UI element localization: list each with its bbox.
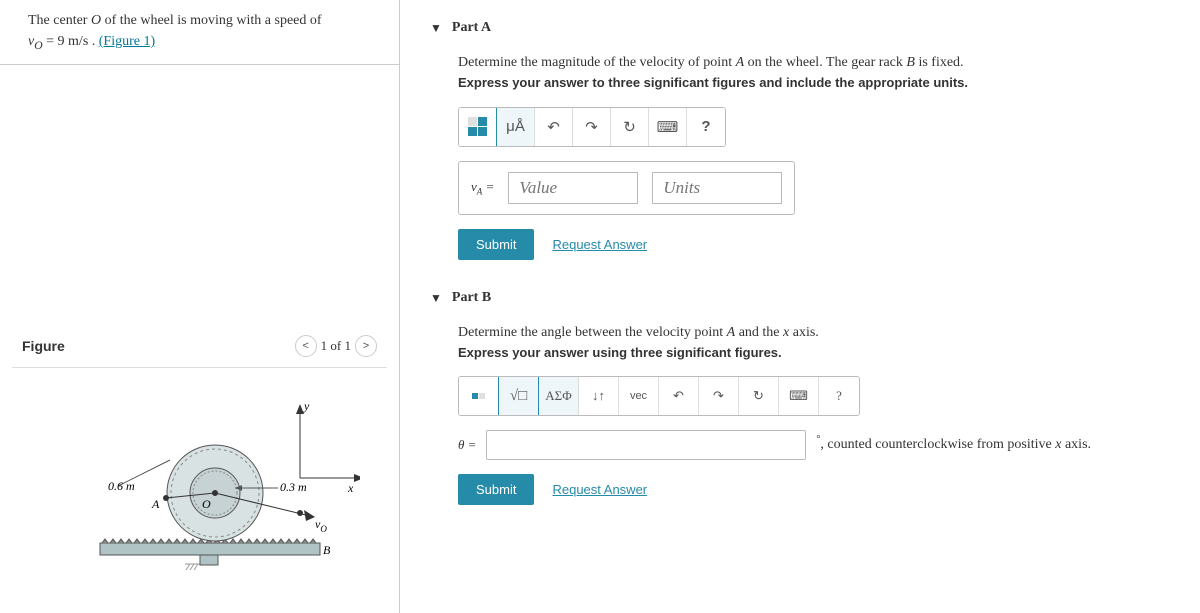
part-a-instruction2: Express your answer to three significant… bbox=[458, 73, 1152, 93]
toolbar-b: √□ ΑΣΦ ↓↑ vec ↶ ↷ ↻ ⌨ ? bbox=[458, 376, 860, 416]
figure-next-button[interactable]: > bbox=[355, 335, 377, 357]
request-answer-b[interactable]: Request Answer bbox=[552, 482, 647, 497]
undo-button[interactable]: ↶ bbox=[535, 108, 573, 146]
help-button-b[interactable]: ? bbox=[819, 377, 859, 415]
theta-units-label: °, counted counterclockwise from positiv… bbox=[816, 437, 1091, 453]
reset-button-b[interactable]: ↻ bbox=[739, 377, 779, 415]
submit-button-a[interactable]: Submit bbox=[458, 229, 534, 260]
part-b-title: Part B bbox=[452, 290, 491, 306]
templates-button-b[interactable] bbox=[459, 377, 499, 415]
svg-text:A: A bbox=[151, 497, 160, 511]
variable-theta: θ = bbox=[458, 437, 476, 453]
svg-text:O: O bbox=[202, 497, 211, 511]
help-button[interactable]: ? bbox=[687, 108, 725, 146]
chevron-down-icon[interactable]: ▼ bbox=[430, 21, 442, 35]
keyboard-button[interactable]: ⌨ bbox=[649, 108, 687, 146]
part-a-title: Part A bbox=[452, 20, 491, 36]
part-b-instruction: Determine the angle between the velocity… bbox=[458, 322, 1152, 343]
part-a-instruction: Determine the magnitude of the velocity … bbox=[458, 52, 1152, 73]
figure-prev-button[interactable]: < bbox=[295, 335, 317, 357]
figure-link[interactable]: (Figure 1) bbox=[99, 34, 155, 49]
svg-text:vO: vO bbox=[315, 517, 327, 534]
toolbar-a: μÅ ↶ ↷ ↻ ⌨ ? bbox=[458, 107, 726, 147]
units-button[interactable]: μÅ bbox=[497, 108, 535, 146]
value-input[interactable] bbox=[508, 172, 638, 204]
figure-title: Figure bbox=[22, 338, 65, 354]
part-a: ▼ Part A Determine the magnitude of the … bbox=[430, 20, 1180, 260]
request-answer-a[interactable]: Request Answer bbox=[552, 237, 647, 252]
problem-statement: The center O of the wheel is moving with… bbox=[0, 0, 399, 65]
chevron-down-icon[interactable]: ▼ bbox=[430, 291, 442, 305]
greek-button[interactable]: ΑΣΦ bbox=[539, 377, 579, 415]
svg-text:y: y bbox=[303, 399, 310, 413]
part-b: ▼ Part B Determine the angle between the… bbox=[430, 290, 1180, 506]
undo-button-b[interactable]: ↶ bbox=[659, 377, 699, 415]
figure-counter: 1 of 1 bbox=[321, 338, 351, 354]
redo-button-b[interactable]: ↷ bbox=[699, 377, 739, 415]
theta-input[interactable] bbox=[486, 430, 806, 460]
svg-text:x: x bbox=[347, 481, 354, 495]
vec-button[interactable]: vec bbox=[619, 377, 659, 415]
submit-button-b[interactable]: Submit bbox=[458, 474, 534, 505]
variable-vA: vA = bbox=[471, 179, 494, 197]
subscript-button[interactable]: ↓↑ bbox=[579, 377, 619, 415]
reset-button[interactable]: ↻ bbox=[611, 108, 649, 146]
redo-button[interactable]: ↷ bbox=[573, 108, 611, 146]
svg-text:0.6 m: 0.6 m bbox=[108, 479, 135, 493]
root-button[interactable]: √□ bbox=[499, 377, 539, 415]
figure-image: y x bbox=[12, 368, 387, 588]
keyboard-button-b[interactable]: ⌨ bbox=[779, 377, 819, 415]
part-b-instruction2: Express your answer using three signific… bbox=[458, 343, 1152, 363]
svg-text:B: B bbox=[323, 543, 331, 557]
templates-button[interactable] bbox=[459, 108, 497, 146]
units-input[interactable] bbox=[652, 172, 782, 204]
svg-text:0.3 m: 0.3 m bbox=[280, 480, 307, 494]
